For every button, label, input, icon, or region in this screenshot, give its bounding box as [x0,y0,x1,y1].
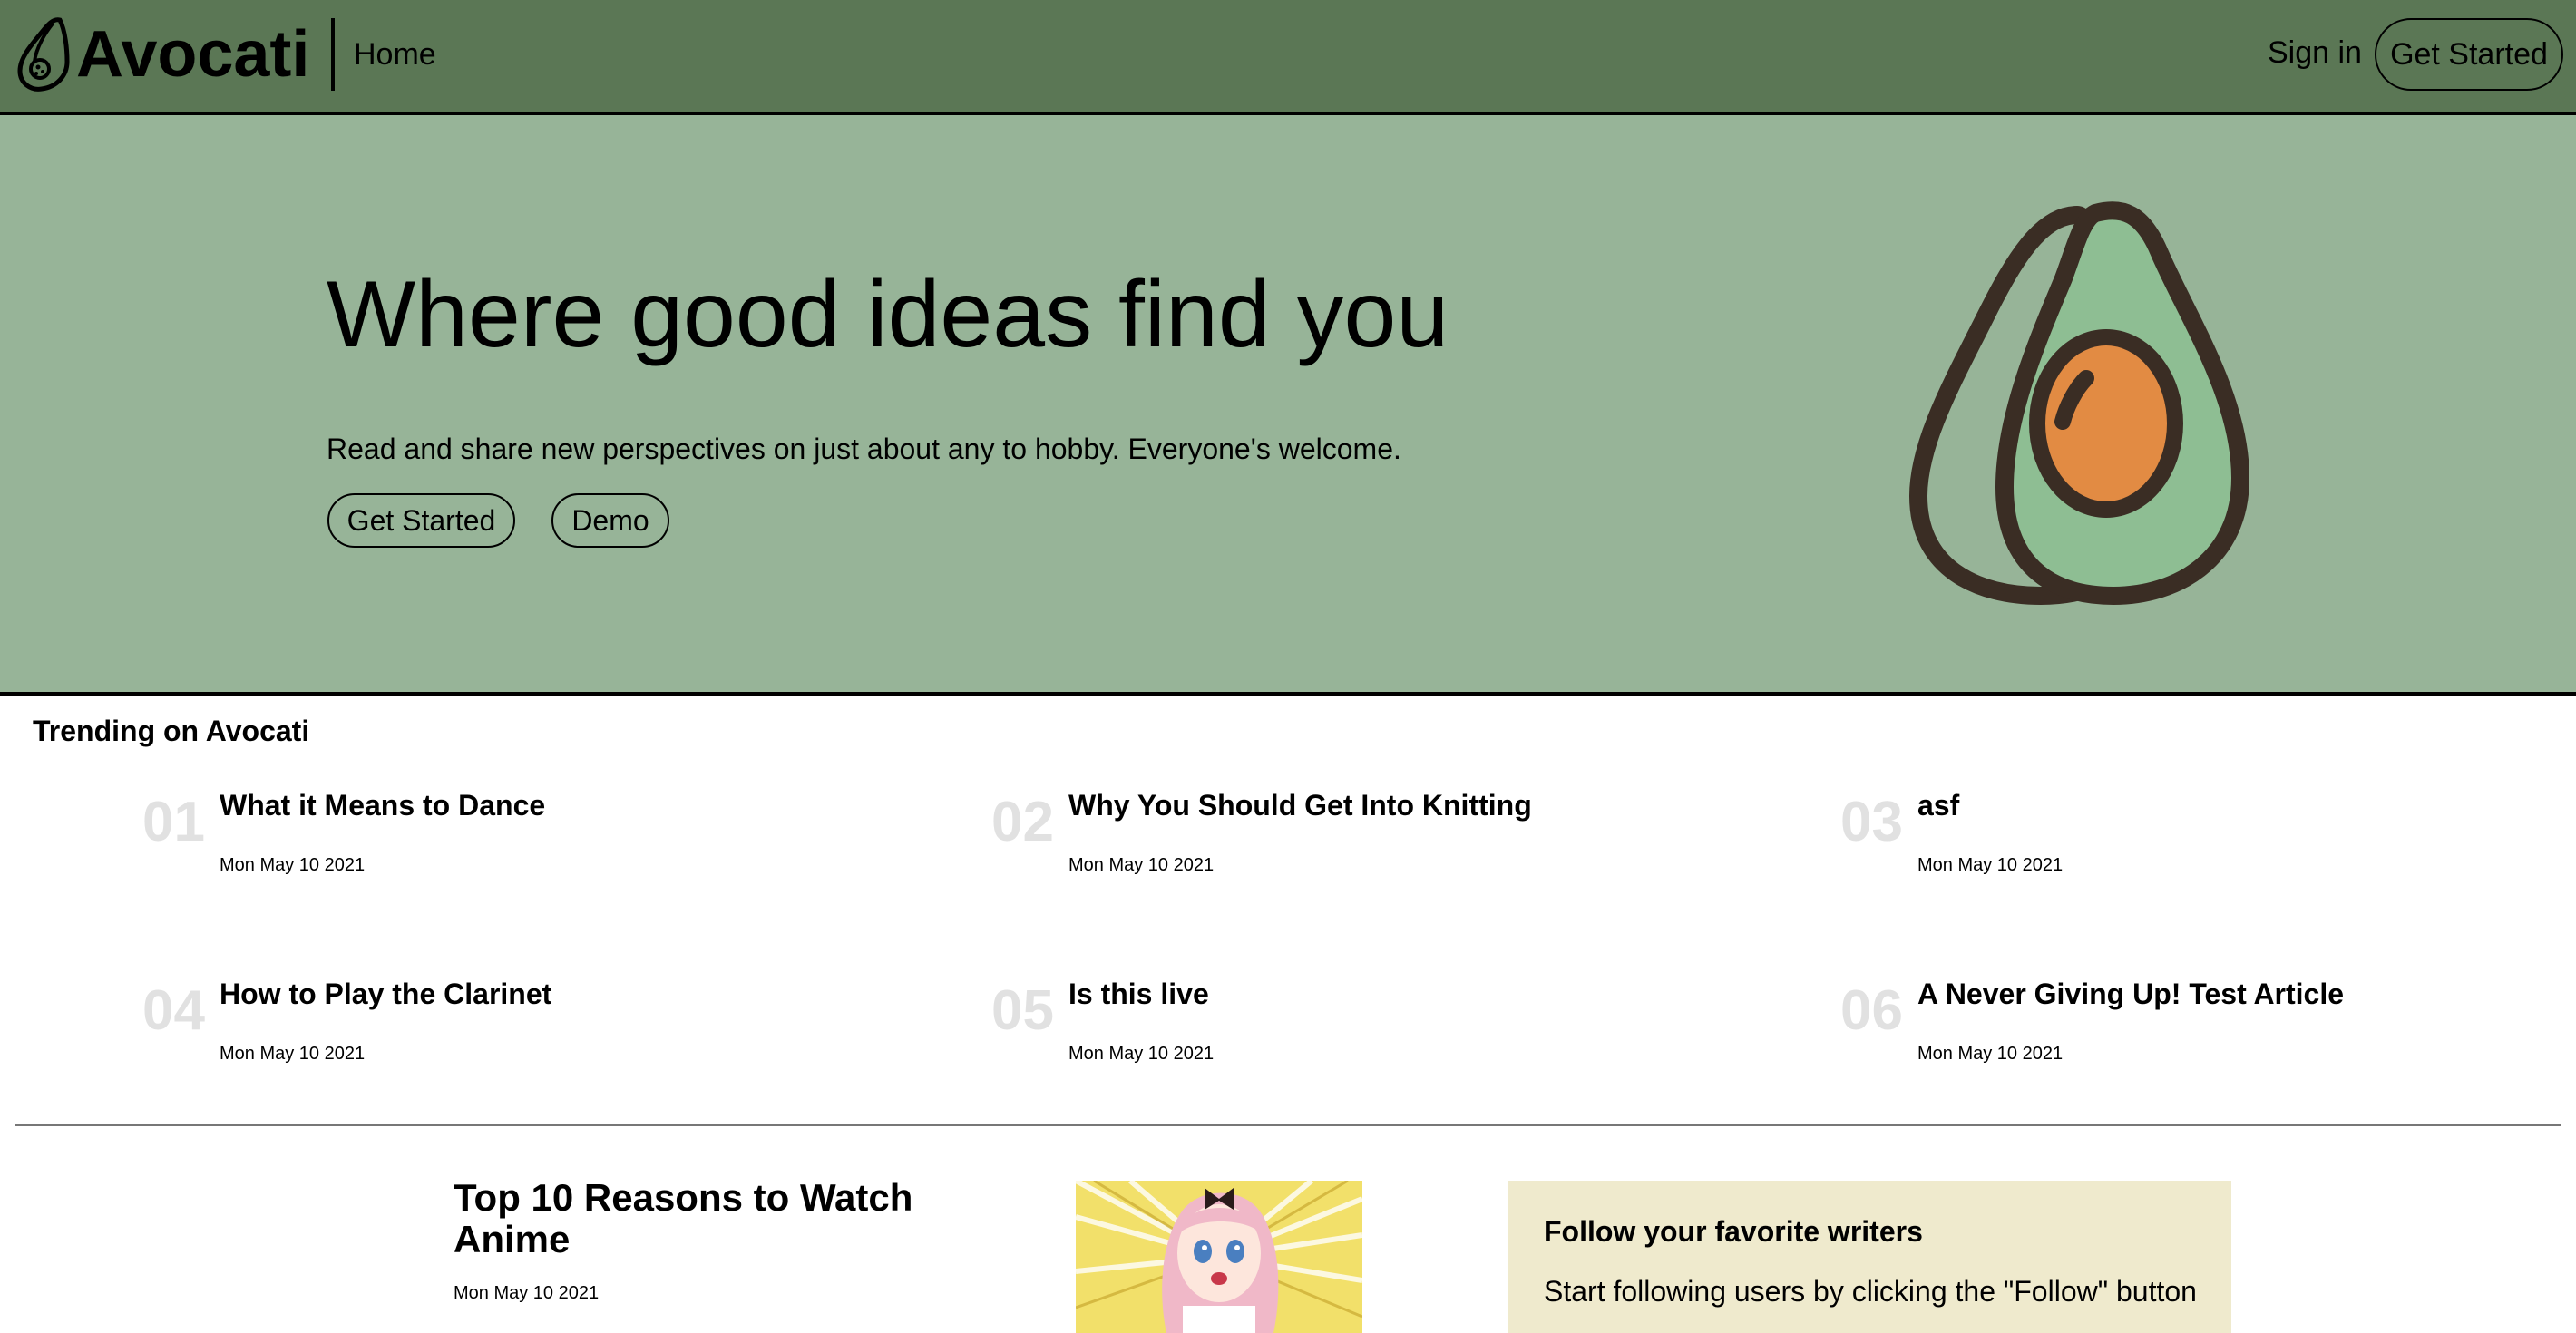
trending-heading: Trending on Avocati [33,715,310,747]
trending-item[interactable]: 02 Why You Should Get Into Knitting Mon … [991,787,1771,896]
avocado-icon [1909,201,2249,605]
trending-rank: 02 [991,791,1054,853]
trending-item[interactable]: 01 What it Means to Dance Mon May 10 202… [142,787,922,896]
trending-rank: 06 [1840,979,1903,1042]
trending-article-date: Mon May 10 2021 [1068,1044,1215,1064]
trending-item[interactable]: 05 Is this live Mon May 10 2021 [991,976,1771,1085]
feed-article-thumbnail[interactable] [1076,1181,1362,1333]
trending-article-date: Mon May 10 2021 [1917,1044,2064,1064]
trending-article-date: Mon May 10 2021 [1068,855,1215,875]
trending-rank: 05 [991,979,1054,1042]
hero-get-started-button[interactable]: Get Started [327,493,515,548]
follow-card-text: Start following users by clicking the "F… [1544,1275,2197,1308]
trending-rank: 01 [142,791,205,853]
nav-divider [331,18,335,91]
trending-article-title[interactable]: asf [1917,787,1959,823]
hero-section: Where good ideas find you Read and share… [0,115,2576,696]
anime-thumbnail-image [1076,1181,1362,1333]
avocado-logo-icon[interactable] [13,16,76,92]
sign-in-link[interactable]: Sign in [2268,34,2362,71]
nav-home-link[interactable]: Home [354,36,436,73]
top-navbar: Avocati Home Sign in Get Started [0,0,2576,115]
trending-rank: 03 [1840,791,1903,853]
trending-article-date: Mon May 10 2021 [220,855,366,875]
feed-article-title[interactable]: Top 10 Reasons to Watch Anime [454,1177,961,1260]
section-divider [15,1124,2561,1126]
trending-article-title[interactable]: What it Means to Dance [220,787,545,823]
trending-item[interactable]: 06 A Never Giving Up! Test Article Mon M… [1840,976,2557,1085]
trending-article-title[interactable]: Is this live [1068,976,1209,1012]
feed-article-date: Mon May 10 2021 [454,1283,600,1303]
hero-subtitle: Read and share new perspectives on just … [327,433,1401,465]
follow-writers-card: Follow your favorite writers Start follo… [1508,1181,2231,1333]
hero-demo-button[interactable]: Demo [551,493,669,548]
hero-title: Where good ideas find you [327,262,1449,367]
trending-article-title[interactable]: A Never Giving Up! Test Article [1917,976,2344,1012]
trending-article-date: Mon May 10 2021 [1917,855,2064,875]
trending-article-title[interactable]: Why You Should Get Into Knitting [1068,787,1532,823]
follow-card-title: Follow your favorite writers [1544,1215,1923,1248]
trending-article-date: Mon May 10 2021 [220,1044,366,1064]
trending-item[interactable]: 03 asf Mon May 10 2021 [1840,787,2557,896]
trending-article-title[interactable]: How to Play the Clarinet [220,976,551,1012]
trending-item[interactable]: 04 How to Play the Clarinet Mon May 10 2… [142,976,922,1085]
brand-name[interactable]: Avocati [76,15,309,94]
header-get-started-button[interactable]: Get Started [2375,18,2563,91]
trending-rank: 04 [142,979,205,1042]
